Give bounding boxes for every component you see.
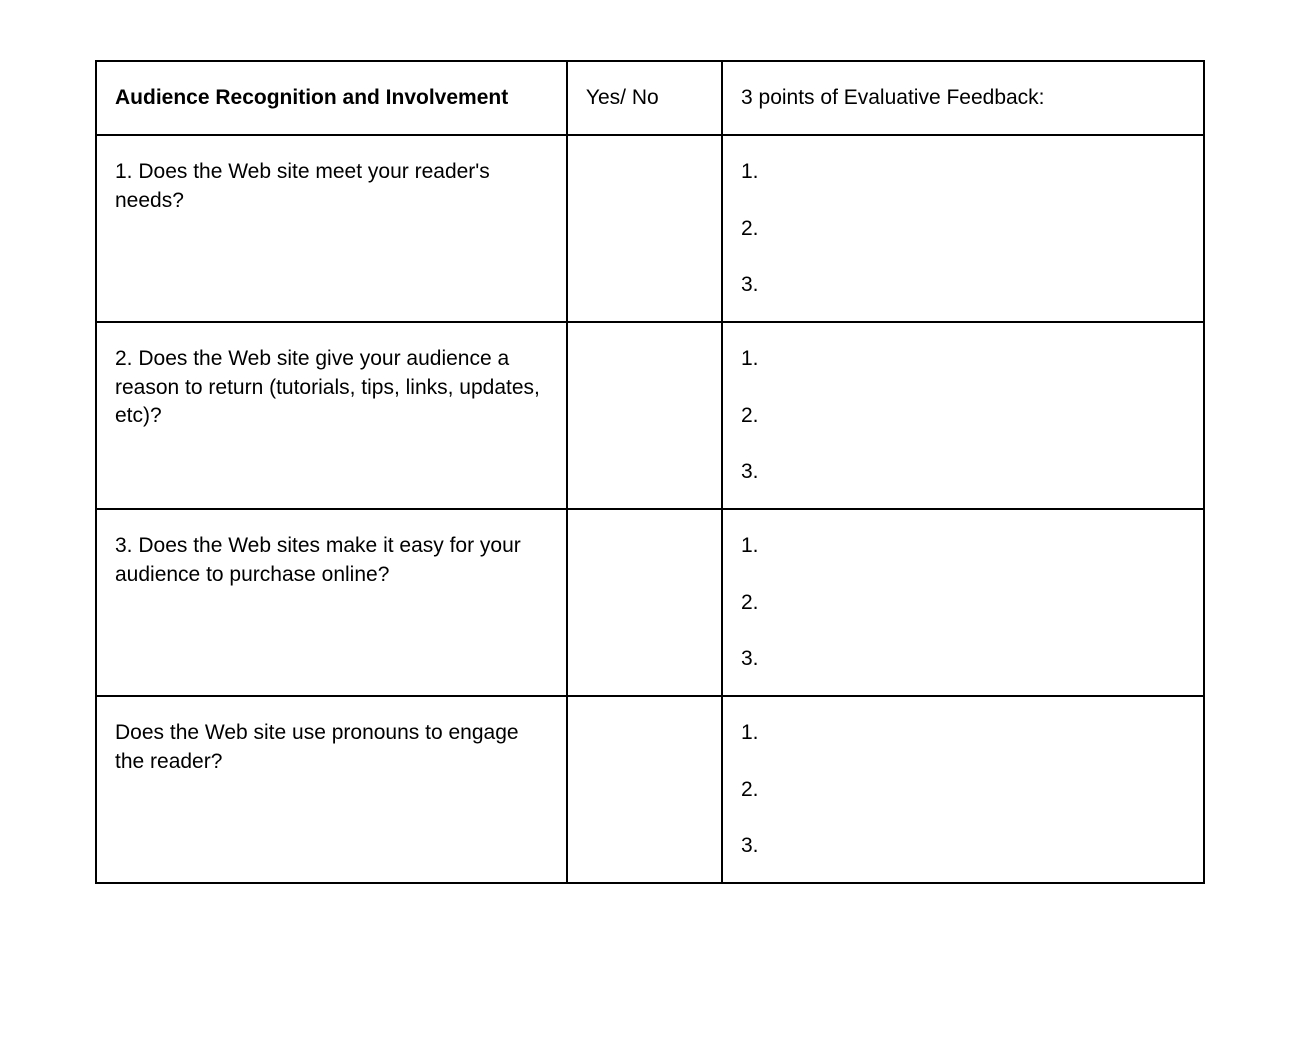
feedback-cell: 1. 2. 3. [722, 135, 1204, 322]
feedback-point: 3. [741, 645, 1185, 673]
feedback-cell: 1. 2. 3. [722, 509, 1204, 696]
feedback-list: 1. 2. 3. [741, 719, 1185, 860]
feedback-point: 2. [741, 776, 1185, 804]
feedback-point: 2. [741, 215, 1185, 243]
feedback-list: 1. 2. 3. [741, 345, 1185, 486]
question-cell: 1. Does the Web site meet your reader's … [96, 135, 567, 322]
feedback-list: 1. 2. 3. [741, 532, 1185, 673]
table-row: Does the Web site use pronouns to engage… [96, 696, 1204, 883]
yesno-cell [567, 509, 722, 696]
feedback-list: 1. 2. 3. [741, 158, 1185, 299]
feedback-cell: 1. 2. 3. [722, 322, 1204, 509]
table-row: 2. Does the Web site give your audience … [96, 322, 1204, 509]
yesno-cell [567, 135, 722, 322]
evaluation-table: Audience Recognition and Involvement Yes… [95, 60, 1205, 884]
feedback-point: 1. [741, 532, 1185, 560]
question-cell: 2. Does the Web site give your audience … [96, 322, 567, 509]
table-row: 1. Does the Web site meet your reader's … [96, 135, 1204, 322]
feedback-point: 1. [741, 345, 1185, 373]
table-header-row: Audience Recognition and Involvement Yes… [96, 61, 1204, 135]
header-audience: Audience Recognition and Involvement [96, 61, 567, 135]
question-cell: 3. Does the Web sites make it easy for y… [96, 509, 567, 696]
table-row: 3. Does the Web sites make it easy for y… [96, 509, 1204, 696]
yesno-cell [567, 322, 722, 509]
header-feedback: 3 points of Evaluative Feedback: [722, 61, 1204, 135]
feedback-point: 1. [741, 158, 1185, 186]
header-yesno: Yes/ No [567, 61, 722, 135]
feedback-point: 3. [741, 832, 1185, 860]
yesno-cell [567, 696, 722, 883]
question-cell: Does the Web site use pronouns to engage… [96, 696, 567, 883]
feedback-cell: 1. 2. 3. [722, 696, 1204, 883]
feedback-point: 3. [741, 458, 1185, 486]
feedback-point: 3. [741, 271, 1185, 299]
feedback-point: 2. [741, 589, 1185, 617]
feedback-point: 2. [741, 402, 1185, 430]
feedback-point: 1. [741, 719, 1185, 747]
